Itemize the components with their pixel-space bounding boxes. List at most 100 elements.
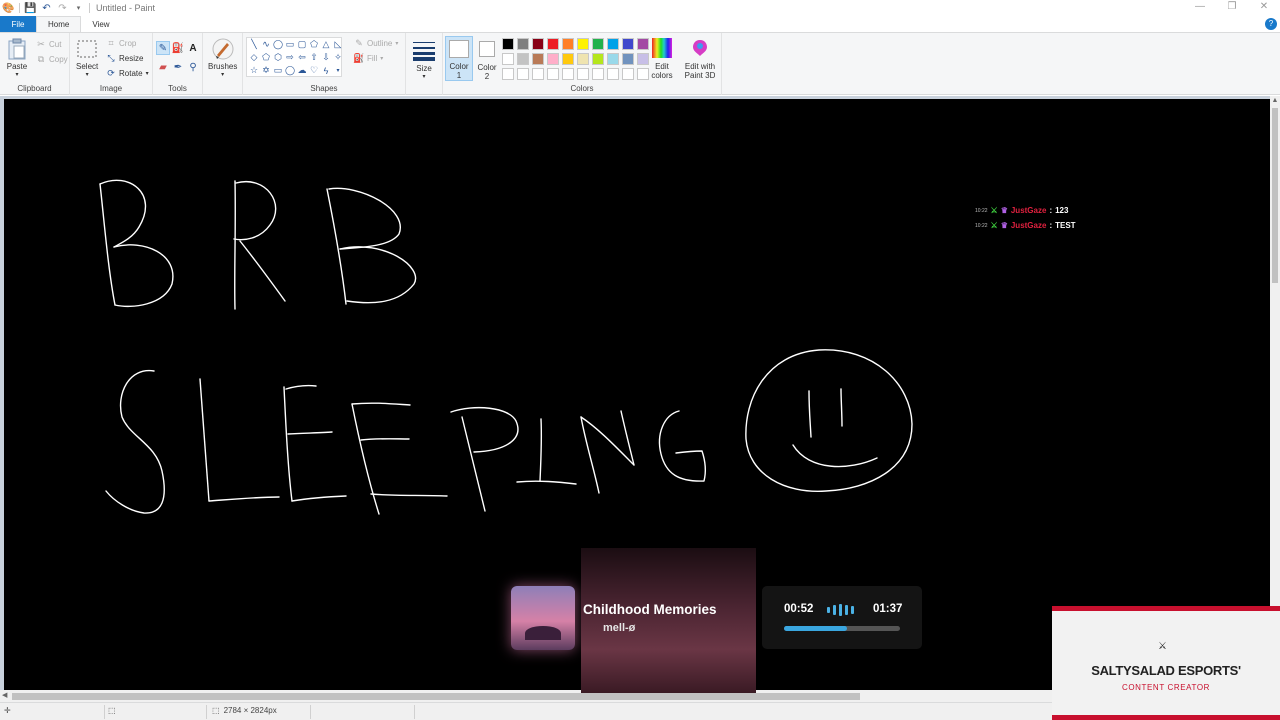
color-swatch[interactable] xyxy=(502,38,514,50)
color-swatch[interactable] xyxy=(562,68,574,80)
left-arrow-shape-icon[interactable]: ⇦ xyxy=(296,51,308,64)
right-arrow-shape-icon[interactable]: ⇨ xyxy=(284,51,296,64)
color-swatch[interactable] xyxy=(532,53,544,65)
paste-dropdown-icon[interactable]: ▾ xyxy=(15,71,18,78)
scroll-up-icon[interactable]: ▲ xyxy=(1270,97,1280,104)
color-picker-icon[interactable]: ✒ xyxy=(171,60,185,74)
tab-home[interactable]: Home xyxy=(36,16,82,32)
paste-button[interactable]: Paste ▾ xyxy=(6,38,28,78)
oval-shape-icon[interactable]: ◯ xyxy=(272,38,284,51)
six-point-star-shape-icon[interactable]: ✡ xyxy=(260,64,272,77)
lightning-shape-icon[interactable]: ϟ xyxy=(320,64,332,77)
line-shape-icon[interactable]: ╲ xyxy=(248,38,260,51)
copy-button[interactable]: ⧉ Copy xyxy=(36,54,68,64)
pentagon-shape-icon[interactable]: ⬠ xyxy=(260,51,272,64)
color-swatch[interactable] xyxy=(547,53,559,65)
size-dropdown-icon[interactable]: ▾ xyxy=(422,73,425,80)
rotate-dropdown-icon[interactable]: ▾ xyxy=(146,70,149,77)
color-swatch[interactable] xyxy=(502,53,514,65)
color-swatch[interactable] xyxy=(562,38,574,50)
color-swatch[interactable] xyxy=(562,53,574,65)
color-swatch[interactable] xyxy=(547,38,559,50)
crop-button[interactable]: ⌗ Crop xyxy=(106,38,136,48)
oval-callout-shape-icon[interactable]: ◯ xyxy=(284,64,296,77)
color-swatch[interactable] xyxy=(592,68,604,80)
color-swatch[interactable] xyxy=(532,38,544,50)
down-arrow-shape-icon[interactable]: ⇩ xyxy=(320,51,332,64)
customize-qat-icon[interactable]: ▾ xyxy=(73,3,84,14)
color-swatch[interactable] xyxy=(622,53,634,65)
triangle-shape-icon[interactable]: △ xyxy=(320,38,332,51)
subscriber-badge-icon: ♛ xyxy=(1000,221,1008,230)
tools-group-label: Tools xyxy=(168,84,187,93)
color-swatch[interactable] xyxy=(607,68,619,80)
fill-button[interactable]: ⛽ Fill ▾ xyxy=(353,53,383,63)
rotate-button[interactable]: ⟳ Rotate ▾ xyxy=(106,68,149,78)
cut-button[interactable]: ✂ Cut xyxy=(36,39,61,49)
resize-button[interactable]: ⤡ Resize xyxy=(106,53,143,63)
vertical-scrollbar[interactable]: ▲ ▼ xyxy=(1270,96,1280,690)
color-swatch[interactable] xyxy=(637,38,649,50)
edit-with-paint3d-button[interactable]: Edit with Paint 3D xyxy=(682,38,718,80)
vertical-scroll-thumb[interactable] xyxy=(1272,108,1278,283)
rounded-rectangle-shape-icon[interactable]: ▢ xyxy=(296,38,308,51)
select-dropdown-icon[interactable]: ▾ xyxy=(86,71,89,78)
polygon-shape-icon[interactable]: ⬠ xyxy=(308,38,320,51)
color-swatch[interactable] xyxy=(607,53,619,65)
color-swatch[interactable] xyxy=(517,68,529,80)
right-triangle-shape-icon[interactable]: ◺ xyxy=(332,38,344,51)
color-swatch[interactable] xyxy=(547,68,559,80)
magnifier-icon[interactable]: ⚲ xyxy=(186,60,200,74)
select-button[interactable]: Select ▾ xyxy=(76,38,98,78)
save-icon[interactable]: 💾 xyxy=(24,3,36,14)
horizontal-scroll-thumb[interactable] xyxy=(12,693,860,700)
brushes-button[interactable]: Brushes ▾ xyxy=(208,38,237,78)
outline-button[interactable]: ✎ Outline ▾ xyxy=(354,38,398,48)
shapes-more-icon[interactable]: ▾ xyxy=(332,64,344,77)
tab-file[interactable]: File xyxy=(0,16,36,32)
five-point-star-shape-icon[interactable]: ☆ xyxy=(248,64,260,77)
color-swatch[interactable] xyxy=(532,68,544,80)
close-button[interactable]: ✕ xyxy=(1248,0,1280,16)
brushes-dropdown-icon[interactable]: ▾ xyxy=(221,71,224,78)
color-swatch[interactable] xyxy=(577,68,589,80)
color-swatch[interactable] xyxy=(637,68,649,80)
up-arrow-shape-icon[interactable]: ⇧ xyxy=(308,51,320,64)
heart-shape-icon[interactable]: ♡ xyxy=(308,64,320,77)
cloud-callout-shape-icon[interactable]: ☁ xyxy=(296,64,308,77)
text-icon[interactable]: A xyxy=(186,41,200,55)
four-point-star-shape-icon[interactable]: ✧ xyxy=(332,51,344,64)
minimize-button[interactable]: — xyxy=(1184,0,1216,16)
size-button[interactable]: Size ▾ xyxy=(410,38,438,80)
curve-shape-icon[interactable]: ∿ xyxy=(260,38,272,51)
color-1-button[interactable]: Color 1 xyxy=(445,36,473,81)
scroll-left-icon[interactable]: ◀ xyxy=(2,690,7,702)
help-icon[interactable]: ? xyxy=(1265,18,1277,30)
color-swatch[interactable] xyxy=(517,53,529,65)
restore-button[interactable]: ❐ xyxy=(1216,0,1248,16)
edit-colors-button[interactable]: Edit colors xyxy=(650,38,674,80)
color-swatch[interactable] xyxy=(637,53,649,65)
diamond-shape-icon[interactable]: ◇ xyxy=(248,51,260,64)
redo-icon[interactable]: ↷ xyxy=(57,3,68,14)
status-divider xyxy=(310,705,311,719)
pencil-icon[interactable]: ✎ xyxy=(156,41,170,55)
fill-bucket-icon[interactable]: ⛽ xyxy=(171,41,185,55)
playback-panel: 00:52 01:37 xyxy=(762,586,922,649)
rounded-callout-shape-icon[interactable]: ▭ xyxy=(272,64,284,77)
hexagon-shape-icon[interactable]: ⬡ xyxy=(272,51,284,64)
color-swatch[interactable] xyxy=(592,38,604,50)
color-swatch[interactable] xyxy=(577,38,589,50)
color-swatch[interactable] xyxy=(592,53,604,65)
color-swatch[interactable] xyxy=(622,68,634,80)
color-2-button[interactable]: Color 2 xyxy=(476,39,498,81)
undo-icon[interactable]: ↶ xyxy=(41,3,52,14)
rectangle-shape-icon[interactable]: ▭ xyxy=(284,38,296,51)
color-swatch[interactable] xyxy=(622,38,634,50)
color-swatch[interactable] xyxy=(577,53,589,65)
color-swatch[interactable] xyxy=(502,68,514,80)
tab-view[interactable]: View xyxy=(81,16,120,32)
eraser-icon[interactable]: ▰ xyxy=(156,60,170,74)
color-swatch[interactable] xyxy=(517,38,529,50)
color-swatch[interactable] xyxy=(607,38,619,50)
